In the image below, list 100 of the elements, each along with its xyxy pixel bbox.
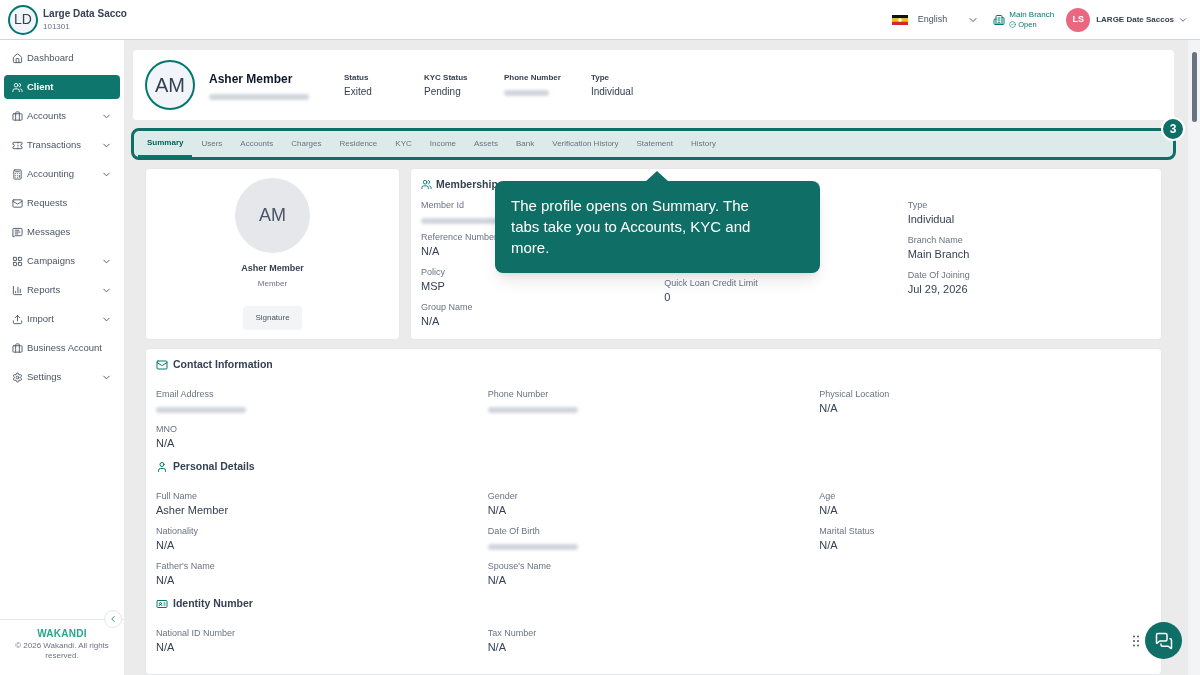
sidebar-item[interactable]: Accounting (4, 162, 120, 186)
sidebar-item[interactable]: Requests (4, 191, 120, 215)
field-value: N/A (487, 640, 506, 655)
tab[interactable]: Accounts (231, 131, 283, 157)
field-value: Jul 29, 2026 (907, 281, 968, 297)
sidebar-item[interactable]: Accounts (4, 104, 120, 128)
section-title: Contact Information (173, 357, 273, 373)
field-value: 0 (664, 289, 671, 305)
envelope-icon (12, 197, 23, 209)
user-name[interactable]: LARGE Date Saccos (1096, 13, 1174, 26)
field-label: Branch Name (907, 233, 963, 247)
field-label: Marital Status (819, 525, 875, 538)
field-value: N/A (487, 503, 506, 518)
field-value: N/A (487, 573, 506, 588)
stat-value: Individual (590, 84, 635, 99)
tab[interactable]: History (682, 131, 725, 157)
building-icon (993, 13, 1006, 26)
person-icon (156, 461, 168, 473)
calculator-icon (12, 168, 23, 180)
field-value: Main Branch (907, 246, 970, 262)
tab[interactable]: Summary (138, 131, 193, 157)
sidebar-item[interactable]: Messages (4, 220, 120, 244)
field-label: Date Of Birth (487, 525, 540, 538)
sidebar-item[interactable]: Dashboard (4, 46, 120, 70)
settings-icon (12, 371, 23, 383)
field-label: MNO (156, 423, 177, 436)
card-title: Membership (436, 177, 498, 192)
tab[interactable]: Bank (507, 131, 544, 157)
copyright-text: © 2026 Wakandi. All rights reserved. (14, 641, 110, 661)
section-title: Personal Details (173, 459, 255, 475)
field-label: Spouse's Name (487, 560, 551, 573)
tab[interactable]: Verification History (543, 131, 628, 157)
field-label: Type (907, 198, 928, 212)
chat-icon (1154, 631, 1173, 650)
stat-value: Pending (424, 84, 462, 99)
tab[interactable]: Charges (282, 131, 331, 157)
stat-label: Phone Number (504, 71, 561, 84)
field-label: Tax Number (487, 627, 537, 640)
stat-label: KYC Status (424, 71, 469, 84)
field-value: N/A (156, 640, 175, 655)
stat-value: Exited (344, 84, 373, 99)
section-title: Identity Number (173, 596, 253, 612)
tab[interactable]: Income (420, 131, 465, 157)
language-select[interactable]: English (917, 12, 948, 27)
field-label: Email Address (156, 388, 214, 401)
chevron-left-icon (108, 614, 118, 624)
sidebar-item[interactable]: Import (4, 307, 120, 331)
profile-avatar: AM (145, 60, 195, 110)
profile-avatar: AM (235, 178, 310, 253)
step-badge: 3 (1161, 117, 1185, 141)
field-label: Physical Location (819, 388, 890, 401)
envelope-icon (156, 359, 168, 371)
tab[interactable]: Assets (465, 131, 508, 157)
logo: WAKANDI (37, 627, 87, 641)
signature-button[interactable]: Signature (243, 305, 302, 330)
field-label: Group Name (421, 300, 473, 314)
sidebar-item[interactable]: Business Account (4, 336, 120, 360)
field-value: N/A (819, 401, 838, 416)
message-icon (12, 226, 23, 238)
upload-icon (12, 313, 23, 325)
field-value: N/A (421, 243, 440, 259)
people-icon (421, 179, 432, 191)
field-value: N/A (819, 538, 838, 553)
tab[interactable]: Users (192, 131, 232, 157)
tooltip-text: The profile opens on Summary. The tabs take you to Accounts, KYC and more. (511, 196, 752, 258)
field-label: Age (819, 490, 836, 503)
tab[interactable]: Residence (330, 131, 387, 157)
branch-name[interactable]: Main Branch (1009, 10, 1055, 20)
tab[interactable]: KYC (386, 131, 421, 157)
stat-label: Status (344, 71, 370, 84)
field-value: Individual (907, 211, 955, 227)
blurred-text (504, 89, 549, 96)
home-icon (12, 52, 23, 64)
field-value: Asher Member (156, 503, 229, 518)
field-label: Gender (487, 490, 518, 503)
ticket-icon (12, 139, 23, 151)
field-value: N/A (156, 436, 175, 451)
field-label: Nationality (156, 525, 199, 538)
field-label: Quick Loan Credit Limit (664, 276, 758, 290)
sidebar-item[interactable]: Reports (4, 278, 120, 302)
briefcase-icon (12, 342, 23, 354)
member-role: Member (257, 277, 288, 290)
check-circle-icon (1009, 21, 1017, 28)
field-label: Full Name (156, 490, 197, 503)
sidebar-item[interactable]: Client (4, 75, 120, 99)
briefcase-icon (12, 110, 23, 122)
field-value: N/A (156, 538, 175, 553)
sidebar-item[interactable]: Transactions (4, 133, 120, 157)
org-name: Large Data Sacco (43, 7, 127, 21)
sidebar-item[interactable]: Settings (4, 365, 120, 389)
tab[interactable]: Statement (627, 131, 682, 157)
field-label: Date Of Joining (907, 268, 970, 282)
drag-handle-icon[interactable] (1133, 634, 1139, 647)
field-label: Phone Number (487, 388, 549, 401)
member-name: Asher Member (209, 71, 294, 88)
grid-icon (12, 255, 23, 267)
org-avatar: LD (8, 4, 38, 35)
bar-chart-icon (12, 284, 23, 296)
sidebar-item[interactable]: Campaigns (4, 249, 120, 273)
field-label: Policy (421, 265, 445, 279)
